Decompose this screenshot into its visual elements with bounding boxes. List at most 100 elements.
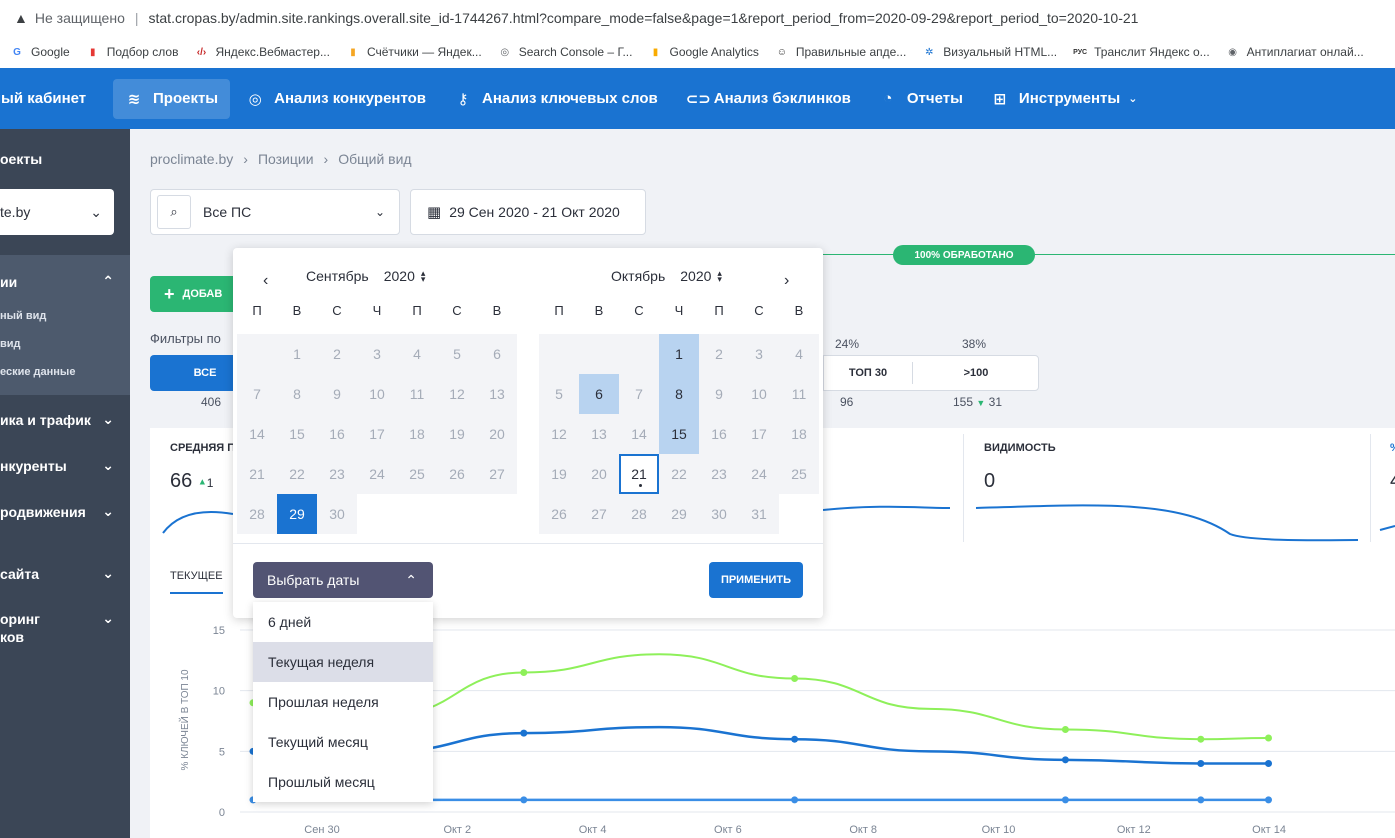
data-point[interactable]	[791, 735, 799, 743]
bookmark-search-console[interactable]: ◎ Search Console – Г...	[498, 45, 632, 59]
calendar-day[interactable]: 10	[739, 374, 779, 414]
sidebar-item-competitors[interactable]: нкуренты ⌄	[0, 457, 130, 474]
data-point[interactable]	[1061, 796, 1069, 804]
cabinet-link[interactable]: ный кабинет	[0, 90, 130, 107]
add-button[interactable]: + ДОБАВ	[150, 276, 240, 312]
bookmark-updates[interactable]: ☺ Правильные апде...	[775, 45, 907, 59]
calendar-day[interactable]: 17	[357, 414, 397, 454]
calendar-day[interactable]: 6	[477, 334, 517, 374]
calendar-day[interactable]: 28	[619, 494, 659, 534]
calendar-day[interactable]: 15	[659, 414, 699, 454]
calendar-day[interactable]: 14	[619, 414, 659, 454]
address-bar[interactable]: ▲ Не защищено | stat.cropas.by/admin.sit…	[0, 0, 1395, 36]
calendar-day[interactable]: 15	[277, 414, 317, 454]
data-point[interactable]	[1197, 796, 1205, 804]
prev-month-arrow[interactable]: ‹	[263, 272, 268, 290]
left-year[interactable]: 2020	[384, 268, 415, 284]
right-year[interactable]: 2020	[680, 268, 711, 284]
tab-top30[interactable]: ТОП 30	[823, 355, 913, 391]
data-point[interactable]	[1265, 734, 1272, 742]
calendar-day[interactable]: 13	[579, 414, 619, 454]
calendar-day[interactable]: 4	[397, 334, 437, 374]
apply-button[interactable]: ПРИМЕНИТЬ	[709, 562, 803, 598]
calendar-day[interactable]: 30	[699, 494, 739, 534]
date-range-picker[interactable]: ▦ 29 Сен 2020 - 21 Окт 2020	[410, 189, 646, 235]
calendar-day[interactable]: 24	[357, 454, 397, 494]
calendar-day[interactable]: 31	[739, 494, 779, 534]
calendar-day[interactable]: 12	[539, 414, 579, 454]
calendar-day[interactable]: 9	[317, 374, 357, 414]
calendar-day[interactable]: 29	[277, 494, 317, 534]
project-select[interactable]: te.by ⌄	[0, 189, 114, 235]
data-point[interactable]	[520, 796, 528, 804]
calendar-day[interactable]: 8	[659, 374, 699, 414]
tab-over100[interactable]: >100	[913, 355, 1039, 391]
calendar-day[interactable]: 21	[237, 454, 277, 494]
nav-competitors[interactable]: ◎ Анализ конкурентов	[234, 79, 438, 119]
calendar-day[interactable]: 30	[317, 494, 357, 534]
calendar-day[interactable]: 26	[539, 494, 579, 534]
calendar-day[interactable]: 7	[237, 374, 277, 414]
calendar-day[interactable]: 22	[277, 454, 317, 494]
sort-icon[interactable]: ▴ ▾	[421, 269, 426, 284]
calendar-day[interactable]: 29	[659, 494, 699, 534]
calendar-day[interactable]: 12	[437, 374, 477, 414]
calendar-day[interactable]: 2	[317, 334, 357, 374]
calendar-day[interactable]: 28	[237, 494, 277, 534]
calendar-day[interactable]: 9	[699, 374, 739, 414]
preset-6-days[interactable]: 6 дней	[253, 602, 433, 642]
data-point[interactable]	[1265, 759, 1272, 767]
calendar-day[interactable]: 16	[317, 414, 357, 454]
sort-icon[interactable]: ▴ ▾	[717, 269, 722, 284]
sidebar-sub-view[interactable]: вид	[0, 338, 21, 350]
sidebar-item-traffic[interactable]: ика и трафик ⌄	[0, 411, 130, 428]
calendar-day[interactable]: 14	[237, 414, 277, 454]
preset-last-week[interactable]: Прошлая неделя	[253, 682, 433, 722]
nav-tools[interactable]: ⊞ Инструменты ⌄	[979, 79, 1150, 119]
sidebar-item-promotion[interactable]: родвижения ⌄	[0, 503, 130, 520]
nav-keywords[interactable]: ⚷ Анализ ключевых слов	[442, 79, 670, 119]
preset-current-month[interactable]: Текущий месяц	[253, 722, 433, 762]
preset-last-month[interactable]: Прошлый месяц	[253, 762, 433, 802]
calendar-day[interactable]: 3	[357, 334, 397, 374]
calendar-day[interactable]: 1	[659, 334, 699, 374]
next-month-arrow[interactable]: ›	[784, 272, 789, 290]
sidebar-item-monitoring[interactable]: оринг ков ⌄	[0, 610, 130, 646]
data-point[interactable]	[1061, 756, 1069, 764]
data-point[interactable]	[1197, 759, 1205, 767]
bookmark-counters[interactable]: ▮ Счётчики — Яндек...	[346, 45, 482, 59]
calendar-day[interactable]: 13	[477, 374, 517, 414]
bookmark-analytics[interactable]: ▮ Google Analytics	[648, 45, 759, 59]
calendar-day[interactable]: 16	[699, 414, 739, 454]
select-dates-button[interactable]: Выбрать даты ⌃	[253, 562, 433, 598]
calendar-day[interactable]: 6	[579, 374, 619, 414]
bookmark-html-editor[interactable]: ✲ Визуальный HTML...	[922, 45, 1057, 59]
calendar-day[interactable]: 18	[779, 414, 819, 454]
calendar-day[interactable]: 4	[779, 334, 819, 374]
calendar-day[interactable]: 24	[739, 454, 779, 494]
sidebar-sub-overview[interactable]: ный вид	[0, 310, 46, 322]
calendar-day[interactable]: 3	[739, 334, 779, 374]
calendar-day[interactable]: 25	[779, 454, 819, 494]
calendar-day[interactable]: 21	[619, 454, 659, 494]
calendar-day[interactable]: 11	[397, 374, 437, 414]
preset-current-week[interactable]: Текущая неделя	[253, 642, 433, 682]
data-point[interactable]	[520, 668, 528, 676]
bookmark-webmaster[interactable]: ‹/› Яндекс.Вебмастер...	[194, 45, 330, 59]
sidebar-item-positions[interactable]: ии ⌃	[0, 273, 130, 290]
data-point[interactable]	[791, 796, 799, 804]
calendar-day[interactable]: 25	[397, 454, 437, 494]
sidebar-item-site[interactable]: сайта ⌄	[0, 565, 130, 582]
calendar-day[interactable]: 5	[539, 374, 579, 414]
data-point[interactable]	[520, 729, 528, 737]
calendar-day[interactable]: 27	[477, 454, 517, 494]
calendar-day[interactable]: 17	[739, 414, 779, 454]
bookmark-wordstat[interactable]: ▮ Подбор слов	[86, 45, 179, 59]
breadcrumb-site[interactable]: proclimate.by	[150, 151, 233, 167]
calendar-day[interactable]: 27	[579, 494, 619, 534]
engine-select[interactable]: ⌕ Все ПС ⌄	[150, 189, 400, 235]
nav-reports[interactable]: ◔ Отчеты	[867, 79, 975, 119]
calendar-day[interactable]: 1	[277, 334, 317, 374]
calendar-day[interactable]: 23	[699, 454, 739, 494]
calendar-day[interactable]: 22	[659, 454, 699, 494]
